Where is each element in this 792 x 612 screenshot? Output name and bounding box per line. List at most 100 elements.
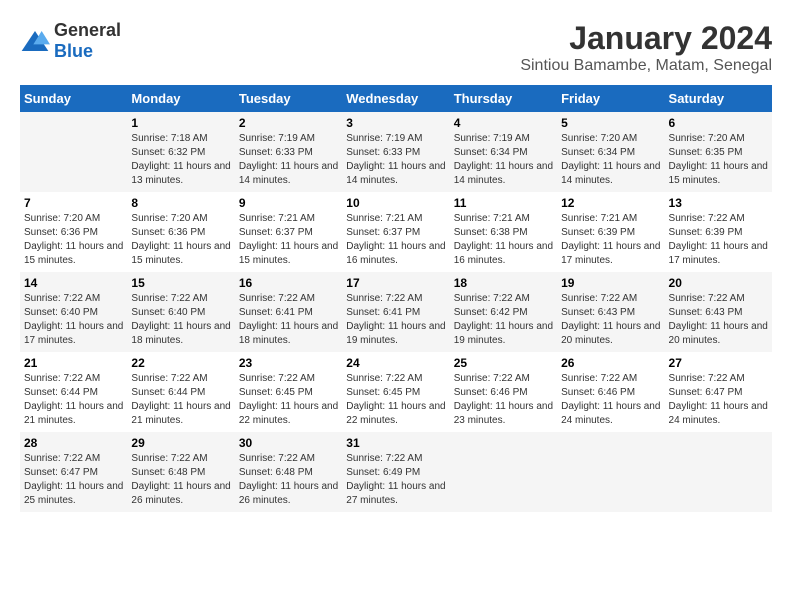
week-row-4: 28 Sunrise: 7:22 AMSunset: 6:47 PMDayligh… [20,432,772,512]
calendar-cell: 31Sunrise: 7:22 AMSunset: 6:49 PMDayligh… [342,432,449,512]
calendar-cell: 6 Sunrise: 7:20 AMSunset: 6:35 PMDaylight… [665,112,772,192]
calendar-cell: 8Sunrise: 7:20 AMSunset: 6:36 PMDaylight… [127,192,234,272]
day-info: Sunrise: 7:19 AMSunset: 6:34 PMDaylight:… [454,132,553,188]
day-number: 17 [346,276,445,290]
header-row: SundayMondayTuesdayWednesdayThursdayFrid… [20,85,772,112]
calendar-cell: 2 Sunrise: 7:19 AMSunset: 6:33 PMDaylight… [235,112,342,192]
day-number: 15 [131,276,230,290]
calendar-cell [665,432,772,512]
day-number: 18 [454,276,553,290]
calendar-cell: 9 Sunrise: 7:21 AMSunset: 6:37 PMDaylight… [235,192,342,272]
day-number: 4 [454,116,553,130]
day-info: Sunrise: 7:22 AMSunset: 6:47 PMDaylight:… [669,372,768,428]
day-number: 20 [669,276,768,290]
header-day-tuesday: Tuesday [235,85,342,112]
day-info: Sunrise: 7:22 AMSunset: 6:43 PMDaylight:… [669,292,768,348]
header-day-thursday: Thursday [450,85,557,112]
day-number: 14 [24,276,123,290]
calendar-cell: 1 Sunrise: 7:18 AMSunset: 6:32 PMDaylight… [127,112,234,192]
calendar-cell: 13Sunrise: 7:22 AMSunset: 6:39 PMDayligh… [665,192,772,272]
day-info: Sunrise: 7:22 AMSunset: 6:46 PMDaylight:… [454,372,553,428]
day-number: 28 [24,436,123,450]
day-number: 31 [346,436,445,450]
calendar-cell: 30 Sunrise: 7:22 AMSunset: 6:48 PMDayligh… [235,432,342,512]
calendar-cell: 4 Sunrise: 7:19 AMSunset: 6:34 PMDaylight… [450,112,557,192]
day-number: 8 [131,196,230,210]
day-number: 3 [346,116,445,130]
calendar-cell: 26Sunrise: 7:22 AMSunset: 6:46 PMDayligh… [557,352,664,432]
logo: General Blue [20,20,121,62]
day-info: Sunrise: 7:22 AMSunset: 6:40 PMDaylight:… [24,292,123,348]
day-info: Sunrise: 7:22 AMSunset: 6:41 PMDaylight:… [346,292,445,348]
calendar-cell: 15 Sunrise: 7:22 AMSunset: 6:40 PMDayligh… [127,272,234,352]
header-day-saturday: Saturday [665,85,772,112]
calendar-cell [450,432,557,512]
day-info: Sunrise: 7:22 AMSunset: 6:42 PMDaylight:… [454,292,553,348]
day-number: 11 [454,196,553,210]
day-info: Sunrise: 7:19 AMSunset: 6:33 PMDaylight:… [239,132,338,188]
day-info: Sunrise: 7:18 AMSunset: 6:32 PMDaylight:… [131,132,230,188]
day-number: 16 [239,276,338,290]
week-row-1: 7 Sunrise: 7:20 AMSunset: 6:36 PMDaylight… [20,192,772,272]
day-number: 22 [131,356,230,370]
week-row-0: 1 Sunrise: 7:18 AMSunset: 6:32 PMDaylight… [20,112,772,192]
header-day-friday: Friday [557,85,664,112]
calendar-cell [20,112,127,192]
day-info: Sunrise: 7:21 AMSunset: 6:39 PMDaylight:… [561,212,660,268]
day-info: Sunrise: 7:22 AMSunset: 6:46 PMDaylight:… [561,372,660,428]
calendar-cell [557,432,664,512]
calendar-cell: 12 Sunrise: 7:21 AMSunset: 6:39 PMDayligh… [557,192,664,272]
calendar-header: SundayMondayTuesdayWednesdayThursdayFrid… [20,85,772,112]
day-info: Sunrise: 7:22 AMSunset: 6:48 PMDaylight:… [239,452,338,508]
day-number: 19 [561,276,660,290]
calendar-cell: 11Sunrise: 7:21 AMSunset: 6:38 PMDayligh… [450,192,557,272]
day-number: 23 [239,356,338,370]
day-number: 30 [239,436,338,450]
day-info: Sunrise: 7:20 AMSunset: 6:35 PMDaylight:… [669,132,768,188]
location-title: Sintiou Bamambe, Matam, Senegal [520,57,772,75]
logo-text: General Blue [54,20,121,62]
day-number: 21 [24,356,123,370]
calendar-cell: 21Sunrise: 7:22 AMSunset: 6:44 PMDayligh… [20,352,127,432]
calendar-cell: 25Sunrise: 7:22 AMSunset: 6:46 PMDayligh… [450,352,557,432]
day-info: Sunrise: 7:19 AMSunset: 6:33 PMDaylight:… [346,132,445,188]
calendar-cell: 17 Sunrise: 7:22 AMSunset: 6:41 PMDayligh… [342,272,449,352]
calendar-cell: 20 Sunrise: 7:22 AMSunset: 6:43 PMDayligh… [665,272,772,352]
calendar-cell: 5 Sunrise: 7:20 AMSunset: 6:34 PMDaylight… [557,112,664,192]
day-number: 29 [131,436,230,450]
month-title: January 2024 [520,20,772,57]
day-info: Sunrise: 7:20 AMSunset: 6:36 PMDaylight:… [24,212,123,268]
day-info: Sunrise: 7:20 AMSunset: 6:34 PMDaylight:… [561,132,660,188]
logo-icon [20,29,50,53]
calendar-cell: 3 Sunrise: 7:19 AMSunset: 6:33 PMDaylight… [342,112,449,192]
header: General Blue January 2024 Sintiou Bamamb… [20,20,772,75]
day-number: 1 [131,116,230,130]
calendar-cell: 10Sunrise: 7:21 AMSunset: 6:37 PMDayligh… [342,192,449,272]
day-info: Sunrise: 7:22 AMSunset: 6:45 PMDaylight:… [346,372,445,428]
day-number: 2 [239,116,338,130]
header-day-wednesday: Wednesday [342,85,449,112]
day-info: Sunrise: 7:22 AMSunset: 6:43 PMDaylight:… [561,292,660,348]
day-info: Sunrise: 7:22 AMSunset: 6:40 PMDaylight:… [131,292,230,348]
day-number: 7 [24,196,123,210]
day-info: Sunrise: 7:22 AMSunset: 6:48 PMDaylight:… [131,452,230,508]
day-number: 5 [561,116,660,130]
day-number: 12 [561,196,660,210]
calendar-cell: 28 Sunrise: 7:22 AMSunset: 6:47 PMDayligh… [20,432,127,512]
calendar-cell: 23Sunrise: 7:22 AMSunset: 6:45 PMDayligh… [235,352,342,432]
week-row-3: 21Sunrise: 7:22 AMSunset: 6:44 PMDayligh… [20,352,772,432]
header-day-sunday: Sunday [20,85,127,112]
calendar-cell: 22Sunrise: 7:22 AMSunset: 6:44 PMDayligh… [127,352,234,432]
logo-blue: Blue [54,41,93,61]
calendar-cell: 16Sunrise: 7:22 AMSunset: 6:41 PMDayligh… [235,272,342,352]
day-number: 24 [346,356,445,370]
day-number: 10 [346,196,445,210]
calendar-table: SundayMondayTuesdayWednesdayThursdayFrid… [20,85,772,512]
day-info: Sunrise: 7:21 AMSunset: 6:37 PMDaylight:… [239,212,338,268]
day-number: 9 [239,196,338,210]
day-number: 27 [669,356,768,370]
calendar-cell: 19 Sunrise: 7:22 AMSunset: 6:43 PMDayligh… [557,272,664,352]
day-number: 6 [669,116,768,130]
day-info: Sunrise: 7:22 AMSunset: 6:47 PMDaylight:… [24,452,123,508]
week-row-2: 14 Sunrise: 7:22 AMSunset: 6:40 PMDayligh… [20,272,772,352]
